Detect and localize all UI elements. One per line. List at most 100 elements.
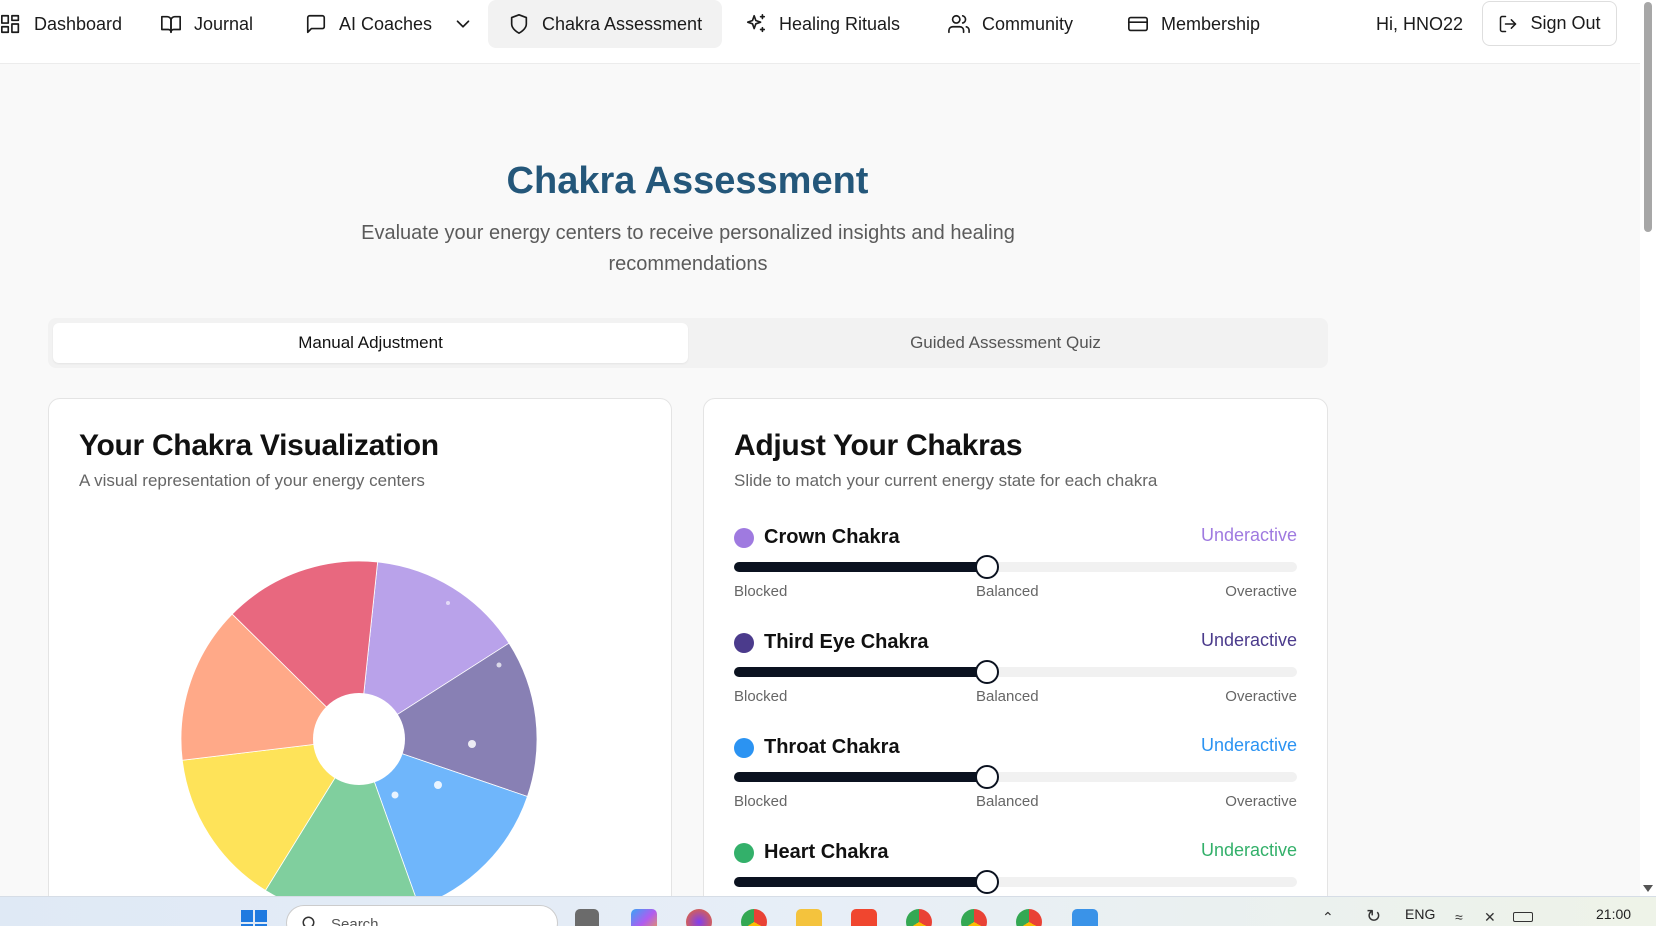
scale-mid-label: Balanced bbox=[976, 793, 1039, 810]
adjust-description: Slide to match your current energy state… bbox=[734, 471, 1158, 490]
task-view-icon[interactable] bbox=[575, 909, 599, 926]
sync-icon[interactable]: ↻ bbox=[1366, 906, 1381, 926]
slider-fill bbox=[734, 667, 988, 677]
copilot-icon[interactable] bbox=[631, 909, 657, 926]
scale-low-label: Blocked bbox=[734, 688, 788, 705]
windows-start-icon[interactable] bbox=[240, 909, 268, 926]
sign-out-label: Sign Out bbox=[1530, 13, 1601, 33]
adjust-title: Adjust Your Chakras bbox=[734, 429, 1023, 462]
chrome-profile-icon[interactable] bbox=[906, 909, 932, 926]
user-greeting: Hi, HNO22 bbox=[1376, 13, 1464, 34]
search-icon bbox=[302, 916, 315, 926]
dashboard-grid-icon bbox=[1, 14, 20, 34]
scale-high-label: Overactive bbox=[1225, 793, 1297, 810]
chakra-color-dot bbox=[734, 843, 754, 863]
chakra-third-eye: Third Eye Chakra Underactive Blocked Bal… bbox=[734, 628, 1297, 705]
chakra-crown: Crown Chakra Underactive Blocked Balance… bbox=[734, 523, 1297, 600]
scale-low-label: Blocked bbox=[734, 583, 788, 600]
chakra-slider[interactable] bbox=[734, 870, 1297, 894]
shield-icon bbox=[510, 14, 528, 34]
nav-membership[interactable]: Membership bbox=[1127, 0, 1260, 48]
file-explorer-icon[interactable] bbox=[796, 909, 822, 926]
brave-icon[interactable] bbox=[851, 909, 877, 926]
nav-ai-coaches[interactable]: AI Coaches bbox=[305, 0, 474, 48]
language-indicator[interactable]: ENG bbox=[1405, 906, 1435, 922]
chakra-slider[interactable] bbox=[734, 555, 1297, 579]
top-navigation: Dashboard Journal AI Coaches Chakra Asse… bbox=[0, 0, 1640, 64]
nav-community-label: Community bbox=[982, 13, 1074, 34]
chevron-down-icon bbox=[456, 20, 470, 28]
message-square-icon bbox=[306, 14, 326, 34]
chakra-status: Underactive bbox=[1200, 735, 1297, 755]
nav-dashboard[interactable]: Dashboard bbox=[0, 0, 122, 48]
slider-thumb[interactable] bbox=[975, 765, 1000, 789]
slider-thumb[interactable] bbox=[975, 660, 1000, 684]
users-icon bbox=[948, 14, 970, 34]
chakra-name: Throat Chakra bbox=[764, 736, 900, 758]
firefox-icon[interactable] bbox=[686, 909, 712, 926]
slider-fill bbox=[734, 772, 988, 782]
nav-dashboard-label: Dashboard bbox=[34, 13, 123, 34]
scroll-down-arrow-icon[interactable] bbox=[1643, 885, 1653, 892]
log-out-icon bbox=[1500, 15, 1517, 32]
taskbar-search-placeholder: Search bbox=[331, 916, 379, 926]
slider-thumb[interactable] bbox=[975, 870, 1000, 894]
assessment-tabs: Manual Adjustment Guided Assessment Quiz bbox=[48, 318, 1328, 368]
wifi-icon[interactable]: ≈ bbox=[1455, 909, 1463, 925]
energy-particle bbox=[434, 781, 442, 789]
sparkles-icon bbox=[746, 14, 766, 33]
scrollbar-thumb[interactable] bbox=[1644, 2, 1652, 232]
nav-healing-rituals-label: Healing Rituals bbox=[779, 13, 901, 34]
wheel-center bbox=[313, 693, 405, 785]
chakra-color-dot bbox=[734, 738, 754, 758]
nav-journal[interactable]: Journal bbox=[160, 0, 253, 48]
nav-membership-label: Membership bbox=[1161, 13, 1261, 34]
nav-chakra-assessment[interactable]: Chakra Assessment bbox=[488, 0, 723, 48]
notepad-icon[interactable] bbox=[1072, 909, 1098, 926]
sign-out-button[interactable]: Sign Out bbox=[1482, 1, 1617, 46]
chevron-up-icon[interactable]: ⌃ bbox=[1322, 909, 1334, 926]
chakra-throat: Throat Chakra Underactive Blocked Balanc… bbox=[734, 733, 1297, 810]
chakra-status: Underactive bbox=[1200, 840, 1297, 860]
chrome-icon[interactable] bbox=[1016, 909, 1042, 926]
tab-guided-assessment-quiz[interactable]: Guided Assessment Quiz bbox=[688, 323, 1323, 363]
chakra-name: Third Eye Chakra bbox=[764, 631, 929, 653]
chrome-icon[interactable] bbox=[741, 909, 767, 926]
book-open-icon bbox=[161, 15, 181, 34]
nav-community[interactable]: Community bbox=[948, 0, 1073, 48]
slider-thumb[interactable] bbox=[975, 555, 1000, 579]
visualization-title: Your Chakra Visualization bbox=[79, 429, 439, 462]
nav-journal-label: Journal bbox=[194, 13, 254, 34]
energy-particle bbox=[468, 740, 476, 748]
chakra-color-dot bbox=[734, 528, 754, 548]
chakra-name: Crown Chakra bbox=[764, 526, 900, 548]
energy-particle bbox=[446, 601, 450, 605]
chakra-status: Underactive bbox=[1200, 525, 1297, 545]
adjust-card: Adjust Your Chakras Slide to match your … bbox=[703, 398, 1328, 926]
visualization-description: A visual representation of your energy c… bbox=[79, 471, 425, 490]
scale-high-label: Overactive bbox=[1225, 688, 1297, 705]
visualization-card: Your Chakra Visualization A visual repre… bbox=[48, 398, 672, 926]
volume-muted-icon[interactable]: ✕ bbox=[1484, 909, 1496, 926]
chrome-profile-icon[interactable] bbox=[961, 909, 987, 926]
chakra-color-dot bbox=[734, 633, 754, 653]
chakra-heart: Heart Chakra Underactive bbox=[734, 838, 1297, 894]
chakra-status: Underactive bbox=[1200, 630, 1297, 650]
credit-card-icon bbox=[1128, 16, 1148, 32]
battery-icon[interactable] bbox=[1513, 912, 1533, 922]
nav-ai-coaches-label: AI Coaches bbox=[339, 13, 433, 34]
clock-time[interactable]: 21:00 bbox=[1596, 906, 1631, 922]
scale-mid-label: Balanced bbox=[976, 583, 1039, 600]
os-taskbar: Search ⌃ ↻ ENG ≈ ✕ 21:00 bbox=[0, 896, 1656, 926]
page-scrollbar[interactable] bbox=[1640, 0, 1656, 896]
chakra-slider[interactable] bbox=[734, 765, 1297, 789]
nav-healing-rituals[interactable]: Healing Rituals bbox=[745, 0, 900, 48]
scale-low-label: Blocked bbox=[734, 793, 788, 810]
chakra-wheel bbox=[180, 560, 538, 918]
page-title: Chakra Assessment bbox=[506, 160, 869, 202]
scale-high-label: Overactive bbox=[1225, 583, 1297, 600]
taskbar-search[interactable]: Search bbox=[286, 905, 558, 926]
chakra-slider[interactable] bbox=[734, 660, 1297, 684]
tab-manual-adjustment[interactable]: Manual Adjustment bbox=[53, 323, 688, 363]
energy-particle bbox=[496, 662, 502, 668]
